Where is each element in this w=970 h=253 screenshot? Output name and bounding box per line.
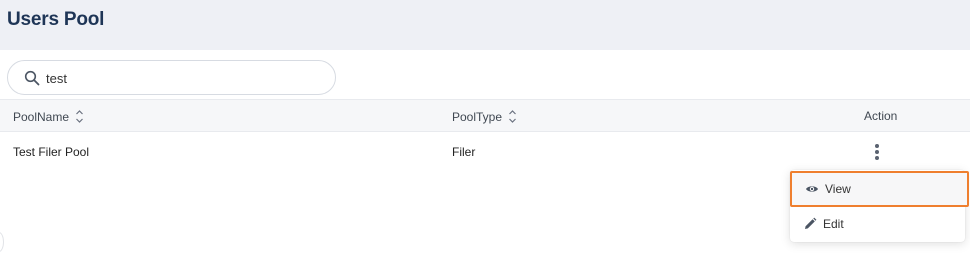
menu-item-edit[interactable]: Edit: [790, 207, 965, 241]
search-input[interactable]: [46, 68, 326, 88]
column-header-label: PoolType: [452, 109, 503, 124]
page-header: Users Pool: [0, 0, 970, 50]
search-icon: [24, 70, 40, 86]
action-menu: View Edit: [790, 170, 969, 242]
cell-pool-name: Test Filer Pool: [13, 145, 90, 159]
column-header-label: PoolName: [13, 109, 70, 124]
pencil-icon: [805, 217, 817, 229]
column-header-poolname[interactable]: PoolName: [13, 109, 84, 124]
column-header-pooltype[interactable]: PoolType: [452, 109, 517, 124]
sort-icon[interactable]: [508, 109, 517, 124]
column-header-label: Action: [864, 109, 898, 123]
menu-item-view[interactable]: View: [790, 171, 969, 207]
eye-icon: [806, 186, 818, 192]
menu-item-label: Edit: [823, 217, 844, 231]
cell-pool-type: Filer: [452, 145, 476, 159]
search-box[interactable]: [7, 60, 336, 95]
table-row: Test Filer Pool Filer: [0, 133, 970, 171]
sort-icon[interactable]: [75, 109, 84, 124]
page-title: Users Pool: [7, 9, 105, 30]
column-header-action: Action: [864, 109, 897, 123]
menu-item-label: View: [825, 182, 851, 196]
more-actions-icon[interactable]: [871, 142, 883, 162]
table-header: PoolName PoolType Action: [0, 99, 970, 132]
scroll-handle[interactable]: [0, 232, 4, 252]
